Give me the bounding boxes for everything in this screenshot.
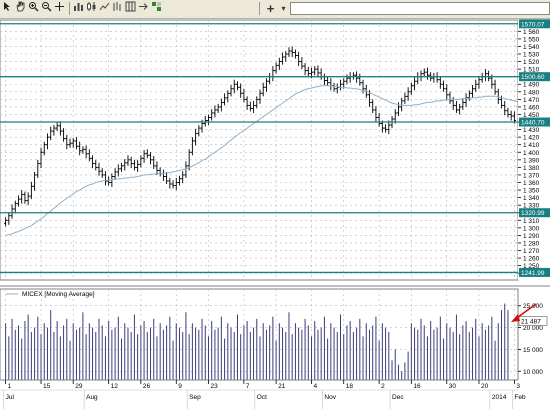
price-tick-label: 1 260 [523,256,540,263]
x-axis-background [0,380,550,409]
x-day-label: 1 [8,383,12,390]
x-day-label: 30 [449,383,457,390]
price-tick-label: 1 360 [523,180,540,187]
x-day-label: 3 [516,383,520,390]
volume-panel: 25 00020 00015 00010 00021 487 MICEX [Mo… [0,285,550,381]
price-tick-label: 1 430 [523,127,540,134]
price-tick-label: 1 290 [523,233,540,240]
x-month-label: Dec [392,394,404,401]
price-tick-label: 1 350 [523,188,540,195]
price-tick-label: 1 550 [523,36,540,43]
price-panel: 1 5601 5501 5401 5301 5201 5101 5001 490… [0,19,550,281]
level-label: 1440.70 [521,120,545,127]
x-day-label: 2 [381,383,385,390]
x-day-label: 26 [143,383,151,390]
price-tick-label: 1 390 [523,157,540,164]
x-month-label: Aug [86,394,98,401]
level-label: 1241.99 [521,270,545,277]
volume-tick-label: 10 000 [523,369,543,376]
price-tick-label: 1 270 [523,248,540,255]
level-label: 1500.60 [521,74,545,81]
level-label: 1570.07 [521,21,545,28]
volume-tick-label: 15 000 [523,347,543,354]
x-month-label: Nov [324,394,336,401]
x-day-label: 18 [346,383,354,390]
price-tick-label: 1 490 [523,82,540,89]
x-month-label: Oct [257,394,267,401]
price-tick-label: 1 540 [523,44,540,51]
x-month-label: Jul [6,394,15,401]
price-plot-frame [0,19,519,281]
price-tick-label: 1 470 [523,97,540,104]
x-day-label: 15 [43,383,51,390]
price-tick-label: 1 560 [523,29,540,36]
price-tick-label: 1 340 [523,195,540,202]
x-day-label: 21 [278,383,286,390]
price-tick-label: 1 480 [523,89,540,96]
x-month-label: Sep [189,394,201,401]
x-day-label: 16 [413,383,421,390]
x-axis: 1 15 29 12 26 9 23 7 21 4 18 2 16 30 20 3 Jul Aug Sep Oct No… [0,379,550,409]
x-month-label: 2014 [492,394,507,401]
x-day-label: 4 [314,383,318,390]
chart-area: 1 5601 5501 5401 5301 5201 5101 5001 490… [0,19,550,409]
x-month-label: Feb [514,394,526,401]
x-day-label: 9 [178,383,182,390]
x-day-label: 29 [75,383,83,390]
x-day-label: 7 [246,383,250,390]
price-tick-label: 1 520 [523,59,540,66]
price-tick-label: 1 400 [523,150,540,157]
volume-last-value: 21 487 [521,319,541,326]
x-day-label: 12 [111,383,119,390]
volume-tick-label: 20 000 [523,325,543,332]
level-label: 1320.99 [521,210,545,217]
price-tick-label: 1 460 [523,104,540,111]
price-tick-label: 1 530 [523,52,540,59]
price-tick-label: 1 310 [523,218,540,225]
x-day-label: 23 [210,383,218,390]
x-day-label: 20 [481,383,489,390]
price-tick-label: 1 280 [523,240,540,247]
price-tick-label: 1 300 [523,225,540,232]
volume-legend: MICEX [Moving Average] [22,291,95,298]
price-tick-label: 1 370 [523,172,540,179]
price-tick-label: 1 380 [523,165,540,172]
price-tick-label: 1 420 [523,135,540,142]
price-tick-label: 1 410 [523,142,540,149]
